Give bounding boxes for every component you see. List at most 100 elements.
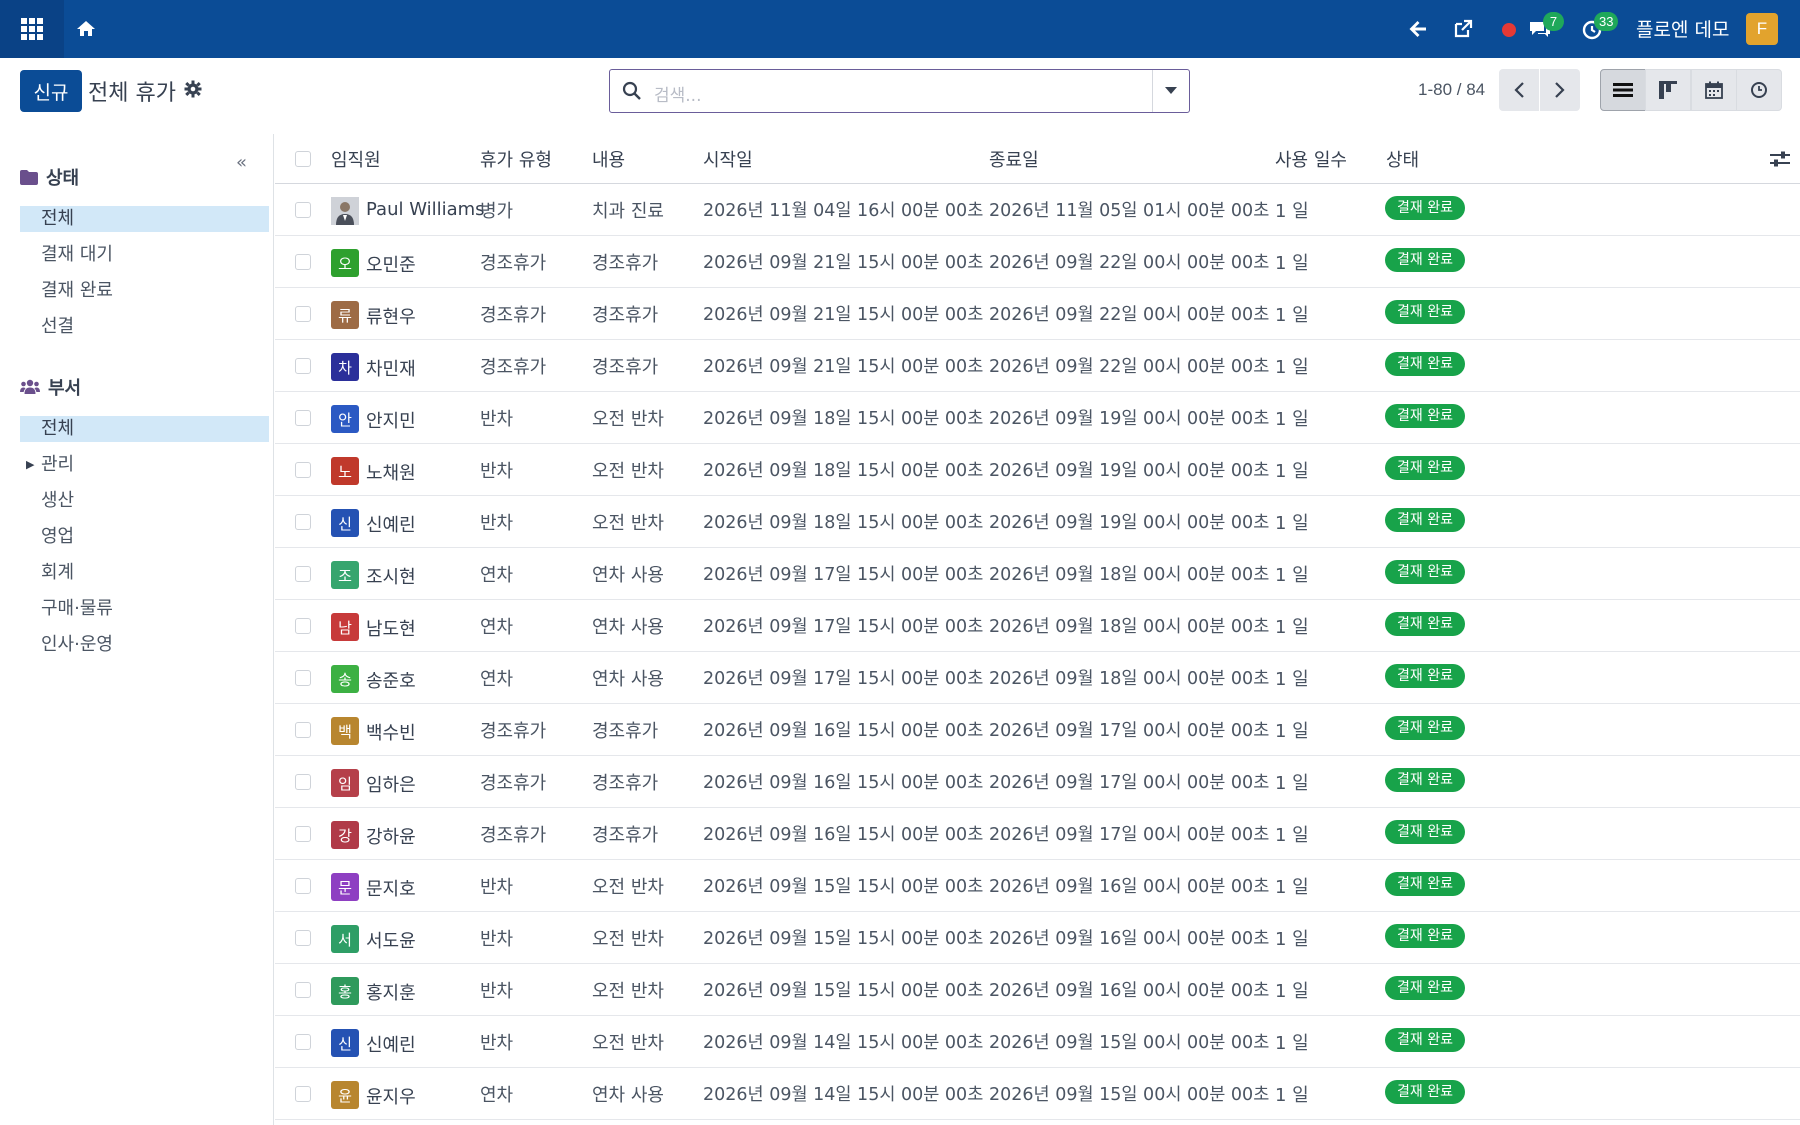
pager-value[interactable]: 1-80 / 84 bbox=[1418, 80, 1485, 100]
department-filter-all[interactable]: 전체 bbox=[20, 416, 269, 442]
department-filter-production[interactable]: 생산 bbox=[20, 488, 269, 514]
table-row[interactable]: 백 백수빈 경조휴가 경조휴가 2026년 09월 16일 15시 00분 00초 202… bbox=[275, 704, 1800, 756]
table-row[interactable]: 차 차민재 경조휴가 경조휴가 2026년 09월 21일 15시 00분 00초 202… bbox=[275, 340, 1800, 392]
column-header-state[interactable]: 상태 bbox=[1386, 146, 1419, 172]
search-panel-sidebar: « 상태 전체 결재 대기 결재 완료 선결 부서 전체 ▶ 관리 생산 영업 … bbox=[0, 134, 274, 1125]
select-all-checkbox[interactable] bbox=[295, 151, 311, 167]
table-row[interactable]: 남 남도현 연차 연차 사용 2026년 09월 17일 15시 00분 00초 2026… bbox=[275, 600, 1800, 652]
status-filter-all[interactable]: 전체 bbox=[20, 206, 269, 232]
end-date-cell: 2026년 09월 22일 00시 00분 00초 bbox=[989, 253, 1270, 273]
table-row[interactable]: 윤 윤지우 연차 연차 사용 2026년 09월 14일 15시 00분 00초 2026… bbox=[275, 1068, 1800, 1120]
person-photo-icon bbox=[331, 197, 359, 225]
row-checkbox[interactable] bbox=[295, 982, 311, 998]
row-checkbox[interactable] bbox=[295, 462, 311, 478]
row-checkbox[interactable] bbox=[295, 1034, 311, 1050]
pager-previous-button[interactable] bbox=[1499, 69, 1539, 111]
employee-name: 임하은 bbox=[366, 775, 416, 796]
list-view-button[interactable] bbox=[1600, 69, 1646, 111]
row-checkbox[interactable] bbox=[295, 306, 311, 322]
status-filter-pending[interactable]: 결재 대기 bbox=[20, 242, 269, 268]
row-checkbox[interactable] bbox=[295, 878, 311, 894]
new-button[interactable]: 신규 bbox=[20, 70, 82, 112]
days-cell: 1 일 bbox=[1275, 513, 1309, 534]
row-checkbox[interactable] bbox=[295, 618, 311, 634]
start-date-cell: 2026년 09월 15일 15시 00분 00초 bbox=[703, 877, 984, 897]
employee-name: 신예린 bbox=[366, 1035, 416, 1056]
table-row[interactable]: 송 송준호 연차 연차 사용 2026년 09월 17일 15시 00분 00초 2026… bbox=[275, 652, 1800, 704]
department-filter-hr[interactable]: 인사·운영 bbox=[20, 632, 269, 658]
status-filter-preapproved[interactable]: 선결 bbox=[20, 314, 269, 340]
table-row[interactable]: 신 신예린 반차 오전 반차 2026년 09월 18일 15시 00분 00초 2026… bbox=[275, 496, 1800, 548]
external-link-button[interactable] bbox=[1451, 17, 1475, 41]
row-checkbox[interactable] bbox=[295, 722, 311, 738]
table-row[interactable]: 홍 홍지훈 반차 오전 반차 2026년 09월 15일 15시 00분 00초 2026… bbox=[275, 964, 1800, 1016]
description-cell: 치과 진료 bbox=[592, 201, 664, 222]
user-avatar[interactable]: F bbox=[1746, 13, 1778, 45]
row-checkbox[interactable] bbox=[295, 1086, 311, 1102]
row-checkbox[interactable] bbox=[295, 774, 311, 790]
table-row[interactable]: 류 류현우 경조휴가 경조휴가 2026년 09월 21일 15시 00분 00초 202… bbox=[275, 288, 1800, 340]
recording-indicator[interactable] bbox=[1497, 17, 1521, 41]
search-options-toggle[interactable] bbox=[1152, 70, 1189, 112]
days-cell: 1 일 bbox=[1275, 409, 1309, 430]
table-row[interactable]: 조 조시현 연차 연차 사용 2026년 09월 17일 15시 00분 00초 2026… bbox=[275, 548, 1800, 600]
description-cell: 연차 사용 bbox=[592, 617, 664, 638]
column-header-employee[interactable]: 임직원 bbox=[331, 146, 381, 172]
table-row[interactable]: 안 안지민 반차 오전 반차 2026년 09월 18일 15시 00분 00초 2026… bbox=[275, 392, 1800, 444]
employee-name: Paul Williams bbox=[366, 199, 485, 220]
column-header-end-date[interactable]: 종료일 bbox=[989, 146, 1039, 172]
leave-type-cell: 연차 bbox=[480, 565, 514, 586]
optional-columns-toggle[interactable] bbox=[1770, 150, 1790, 172]
table-row[interactable]: 서 서도윤 반차 오전 반차 2026년 09월 15일 15시 00분 00초 2026… bbox=[275, 912, 1800, 964]
table-row[interactable]: 문 문지호 반차 오전 반차 2026년 09월 15일 15시 00분 00초 2026… bbox=[275, 860, 1800, 912]
row-checkbox[interactable] bbox=[295, 566, 311, 582]
employee-photo-avatar bbox=[331, 197, 359, 225]
apps-menu-button[interactable] bbox=[0, 0, 64, 58]
row-checkbox[interactable] bbox=[295, 514, 311, 530]
start-date-cell: 2026년 09월 17일 15시 00분 00초 bbox=[703, 565, 984, 585]
table-row[interactable]: Paul Williams 병가 치과 진료 2026년 11월 04일 16시 00… bbox=[275, 184, 1800, 236]
department-filter-management[interactable]: ▶ 관리 bbox=[20, 452, 269, 478]
search-bar[interactable]: 검색... bbox=[609, 69, 1190, 113]
row-checkbox[interactable] bbox=[295, 826, 311, 842]
caret-right-icon[interactable]: ▶ bbox=[26, 452, 34, 478]
activity-view-button[interactable] bbox=[1736, 69, 1782, 111]
row-checkbox[interactable] bbox=[295, 410, 311, 426]
table-row[interactable]: 임 임하은 경조휴가 경조휴가 2026년 09월 16일 15시 00분 00초 202… bbox=[275, 756, 1800, 808]
actions-gear-button[interactable] bbox=[184, 80, 202, 98]
calendar-view-button[interactable] bbox=[1691, 69, 1737, 111]
days-cell: 1 일 bbox=[1275, 929, 1309, 950]
column-header-days[interactable]: 사용 일수 bbox=[1275, 146, 1347, 172]
row-checkbox[interactable] bbox=[295, 358, 311, 374]
home-button[interactable] bbox=[74, 17, 98, 41]
status-badge: 결재 완료 bbox=[1385, 976, 1465, 1000]
status-badge: 결재 완료 bbox=[1385, 560, 1465, 584]
collapse-sidebar-button[interactable]: « bbox=[236, 152, 247, 173]
column-header-start-date[interactable]: 시작일 bbox=[703, 146, 753, 172]
row-checkbox[interactable] bbox=[295, 930, 311, 946]
department-filter-sales[interactable]: 영업 bbox=[20, 524, 269, 550]
employee-avatar: 류 bbox=[331, 301, 359, 329]
leave-type-cell: 반차 bbox=[480, 929, 514, 950]
status-filter-approved[interactable]: 결재 완료 bbox=[20, 278, 269, 304]
row-checkbox[interactable] bbox=[295, 670, 311, 686]
department-filter-purchasing[interactable]: 구매·물류 bbox=[20, 596, 269, 622]
status-badge: 결재 완료 bbox=[1385, 872, 1465, 896]
days-cell: 1 일 bbox=[1275, 201, 1309, 222]
search-input[interactable]: 검색... bbox=[654, 81, 702, 106]
back-button[interactable] bbox=[1406, 17, 1430, 41]
kanban-view-button[interactable] bbox=[1645, 69, 1691, 111]
row-checkbox[interactable] bbox=[295, 202, 311, 218]
department-filter-accounting[interactable]: 회계 bbox=[20, 560, 269, 586]
table-row[interactable]: 신 신예린 반차 오전 반차 2026년 09월 14일 15시 00분 00초 2026… bbox=[275, 1016, 1800, 1068]
user-menu-name[interactable]: 플로엔 데모 bbox=[1636, 15, 1729, 42]
chevron-left-icon bbox=[1514, 82, 1524, 98]
table-row[interactable]: 오 오민준 경조휴가 경조휴가 2026년 09월 21일 15시 00분 00초 202… bbox=[275, 236, 1800, 288]
row-checkbox[interactable] bbox=[295, 254, 311, 270]
table-row[interactable]: 노 노채원 반차 오전 반차 2026년 09월 18일 15시 00분 00초 2026… bbox=[275, 444, 1800, 496]
end-date-cell: 2026년 09월 22일 00시 00분 00초 bbox=[989, 357, 1270, 377]
column-header-description[interactable]: 내용 bbox=[592, 146, 625, 172]
table-row[interactable]: 강 강하윤 경조휴가 경조휴가 2026년 09월 16일 15시 00분 00초 202… bbox=[275, 808, 1800, 860]
column-header-leave-type[interactable]: 휴가 유형 bbox=[480, 146, 552, 172]
pager-next-button[interactable] bbox=[1540, 69, 1580, 111]
